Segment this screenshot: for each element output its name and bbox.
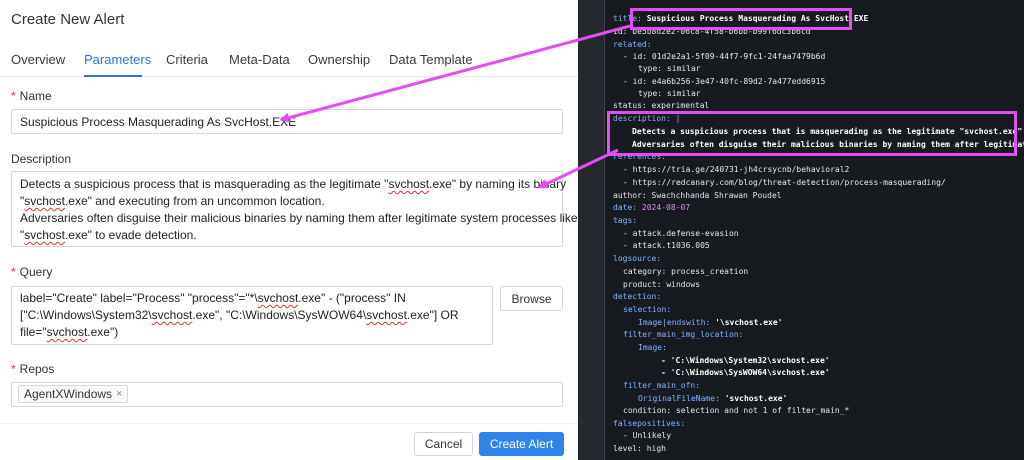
tab-ownership[interactable]: Ownership xyxy=(308,52,370,67)
tab-meta-data[interactable]: Meta-Data xyxy=(229,52,290,67)
description-line-1: Detects a suspicious process that is mas… xyxy=(20,177,567,191)
footer-divider xyxy=(0,423,578,424)
repo-tag: AgentXWindows × xyxy=(18,385,129,403)
misspelled-word: svchost xyxy=(24,194,65,208)
yaml-tags-key: tags: xyxy=(613,216,638,225)
misspelled-word: svchost xyxy=(46,325,88,339)
required-marker: * xyxy=(11,362,16,376)
yaml-original-filename-line: OriginalFileName: 'svchost.exe' xyxy=(638,394,788,403)
yaml-image-key: Image: xyxy=(638,343,667,352)
yaml-condition-line: condition: selection and not 1 of filter… xyxy=(623,406,850,415)
yaml-status-line: status: experimental xyxy=(613,101,710,110)
yaml-logsource-key: logsource: xyxy=(613,254,662,263)
yaml-level-line: level: high xyxy=(613,444,666,453)
name-input-value: Suspicious Process Masquerading As SvcHo… xyxy=(20,115,297,129)
yaml-image-2: - 'C:\Windows\SysWOW64\svchost.exe' xyxy=(661,368,830,377)
description-line-2: "svchost.exe" and executing from an unco… xyxy=(20,194,325,208)
yaml-related-1-id: - id: 01d2e2a1-5f09-44f7-9fc1-24faa7479b… xyxy=(623,52,826,61)
description-highlight-box xyxy=(607,111,1017,156)
yaml-falsepositive-1: - Unlikely xyxy=(623,431,672,440)
misspelled-word: svchost xyxy=(257,291,299,305)
name-label: * Name xyxy=(11,89,52,103)
yaml-editor[interactable]: title: Suspicious Process Masquerading A… xyxy=(604,0,1024,460)
query-line-1: label="Create" label="Process" "process"… xyxy=(20,291,406,305)
yaml-selection-key: selection: xyxy=(623,305,672,314)
yaml-author-line: author: Swachchhanda Shrawan Poudel xyxy=(613,191,782,200)
misspelled-word: svchost xyxy=(24,228,65,242)
title-highlight-box xyxy=(630,8,852,30)
yaml-product-line: product: windows xyxy=(623,280,701,289)
yaml-falsepositives-key: falsepositives: xyxy=(613,419,686,428)
description-line-3: Adversaries often disguise their malicio… xyxy=(20,211,578,225)
description-label: Description xyxy=(11,152,72,166)
yaml-image-1: - 'C:\Windows\System32\svchost.exe' xyxy=(661,356,830,365)
tab-criteria[interactable]: Criteria xyxy=(166,52,208,67)
yaml-date-line: date: 2024-08-07 xyxy=(613,203,691,212)
tab-overview[interactable]: Overview xyxy=(11,52,65,67)
yaml-category-line: category: process_creation xyxy=(623,267,749,276)
description-line-4: "svchost.exe" to evade detection. xyxy=(20,228,197,242)
misspelled-word: svchost xyxy=(366,308,407,322)
tab-data-template[interactable]: Data Template xyxy=(389,52,473,67)
repos-label: * Repos xyxy=(11,362,55,376)
active-tab-indicator xyxy=(84,75,142,77)
yaml-reference-2: - https://redcanary.com/blog/threat-dete… xyxy=(623,178,946,187)
yaml-panel: title: Suspicious Process Masquerading A… xyxy=(578,0,1024,460)
required-marker: * xyxy=(11,265,16,279)
yaml-filter-location-key: filter_main_img_location: xyxy=(623,330,744,339)
create-alert-button[interactable]: Create Alert xyxy=(479,432,564,456)
yaml-image-endswith-line: Image|endswith: '\svchost.exe' xyxy=(638,318,783,327)
yaml-tag-1: - attack.defense-evasion xyxy=(623,229,739,238)
browse-button[interactable]: Browse xyxy=(500,286,563,311)
yaml-reference-1: - https://tria.ge/240731-jh4crsycnb/beha… xyxy=(623,165,850,174)
cancel-button[interactable]: Cancel xyxy=(414,432,473,456)
create-alert-form: Create New Alert Overview Parameters Cri… xyxy=(0,0,578,460)
tab-bar: Overview Parameters Criteria Meta-Data O… xyxy=(0,44,578,77)
name-input[interactable]: Suspicious Process Masquerading As SvcHo… xyxy=(11,109,563,134)
required-marker: * xyxy=(11,89,16,103)
misspelled-word: svchost xyxy=(388,177,430,191)
yaml-related-2-type: type: similar xyxy=(638,89,701,98)
yaml-tag-2: - attack.t1036.005 xyxy=(623,241,710,250)
query-line-2: ["C:\Windows\System32\svchost.exe", "C:\… xyxy=(20,308,459,322)
yaml-filter-ofn-key: filter_main_ofn: xyxy=(623,381,701,390)
dialog-title: Create New Alert xyxy=(11,11,125,28)
misspelled-word: svchost xyxy=(151,308,193,322)
yaml-related-1-type: type: similar xyxy=(638,64,701,73)
query-label: * Query xyxy=(11,265,53,279)
yaml-related-2-id: - id: e4a6b256-3e47-40fc-89d2-7a477edd69… xyxy=(623,77,826,86)
tab-parameters[interactable]: Parameters xyxy=(84,52,151,67)
repo-tag-label: AgentXWindows xyxy=(24,387,113,401)
remove-tag-icon[interactable]: × xyxy=(116,388,122,400)
yaml-related-key: related: xyxy=(613,40,652,49)
yaml-detection-key: detection: xyxy=(613,292,662,301)
query-line-3: file="svchost.exe") xyxy=(20,325,119,339)
